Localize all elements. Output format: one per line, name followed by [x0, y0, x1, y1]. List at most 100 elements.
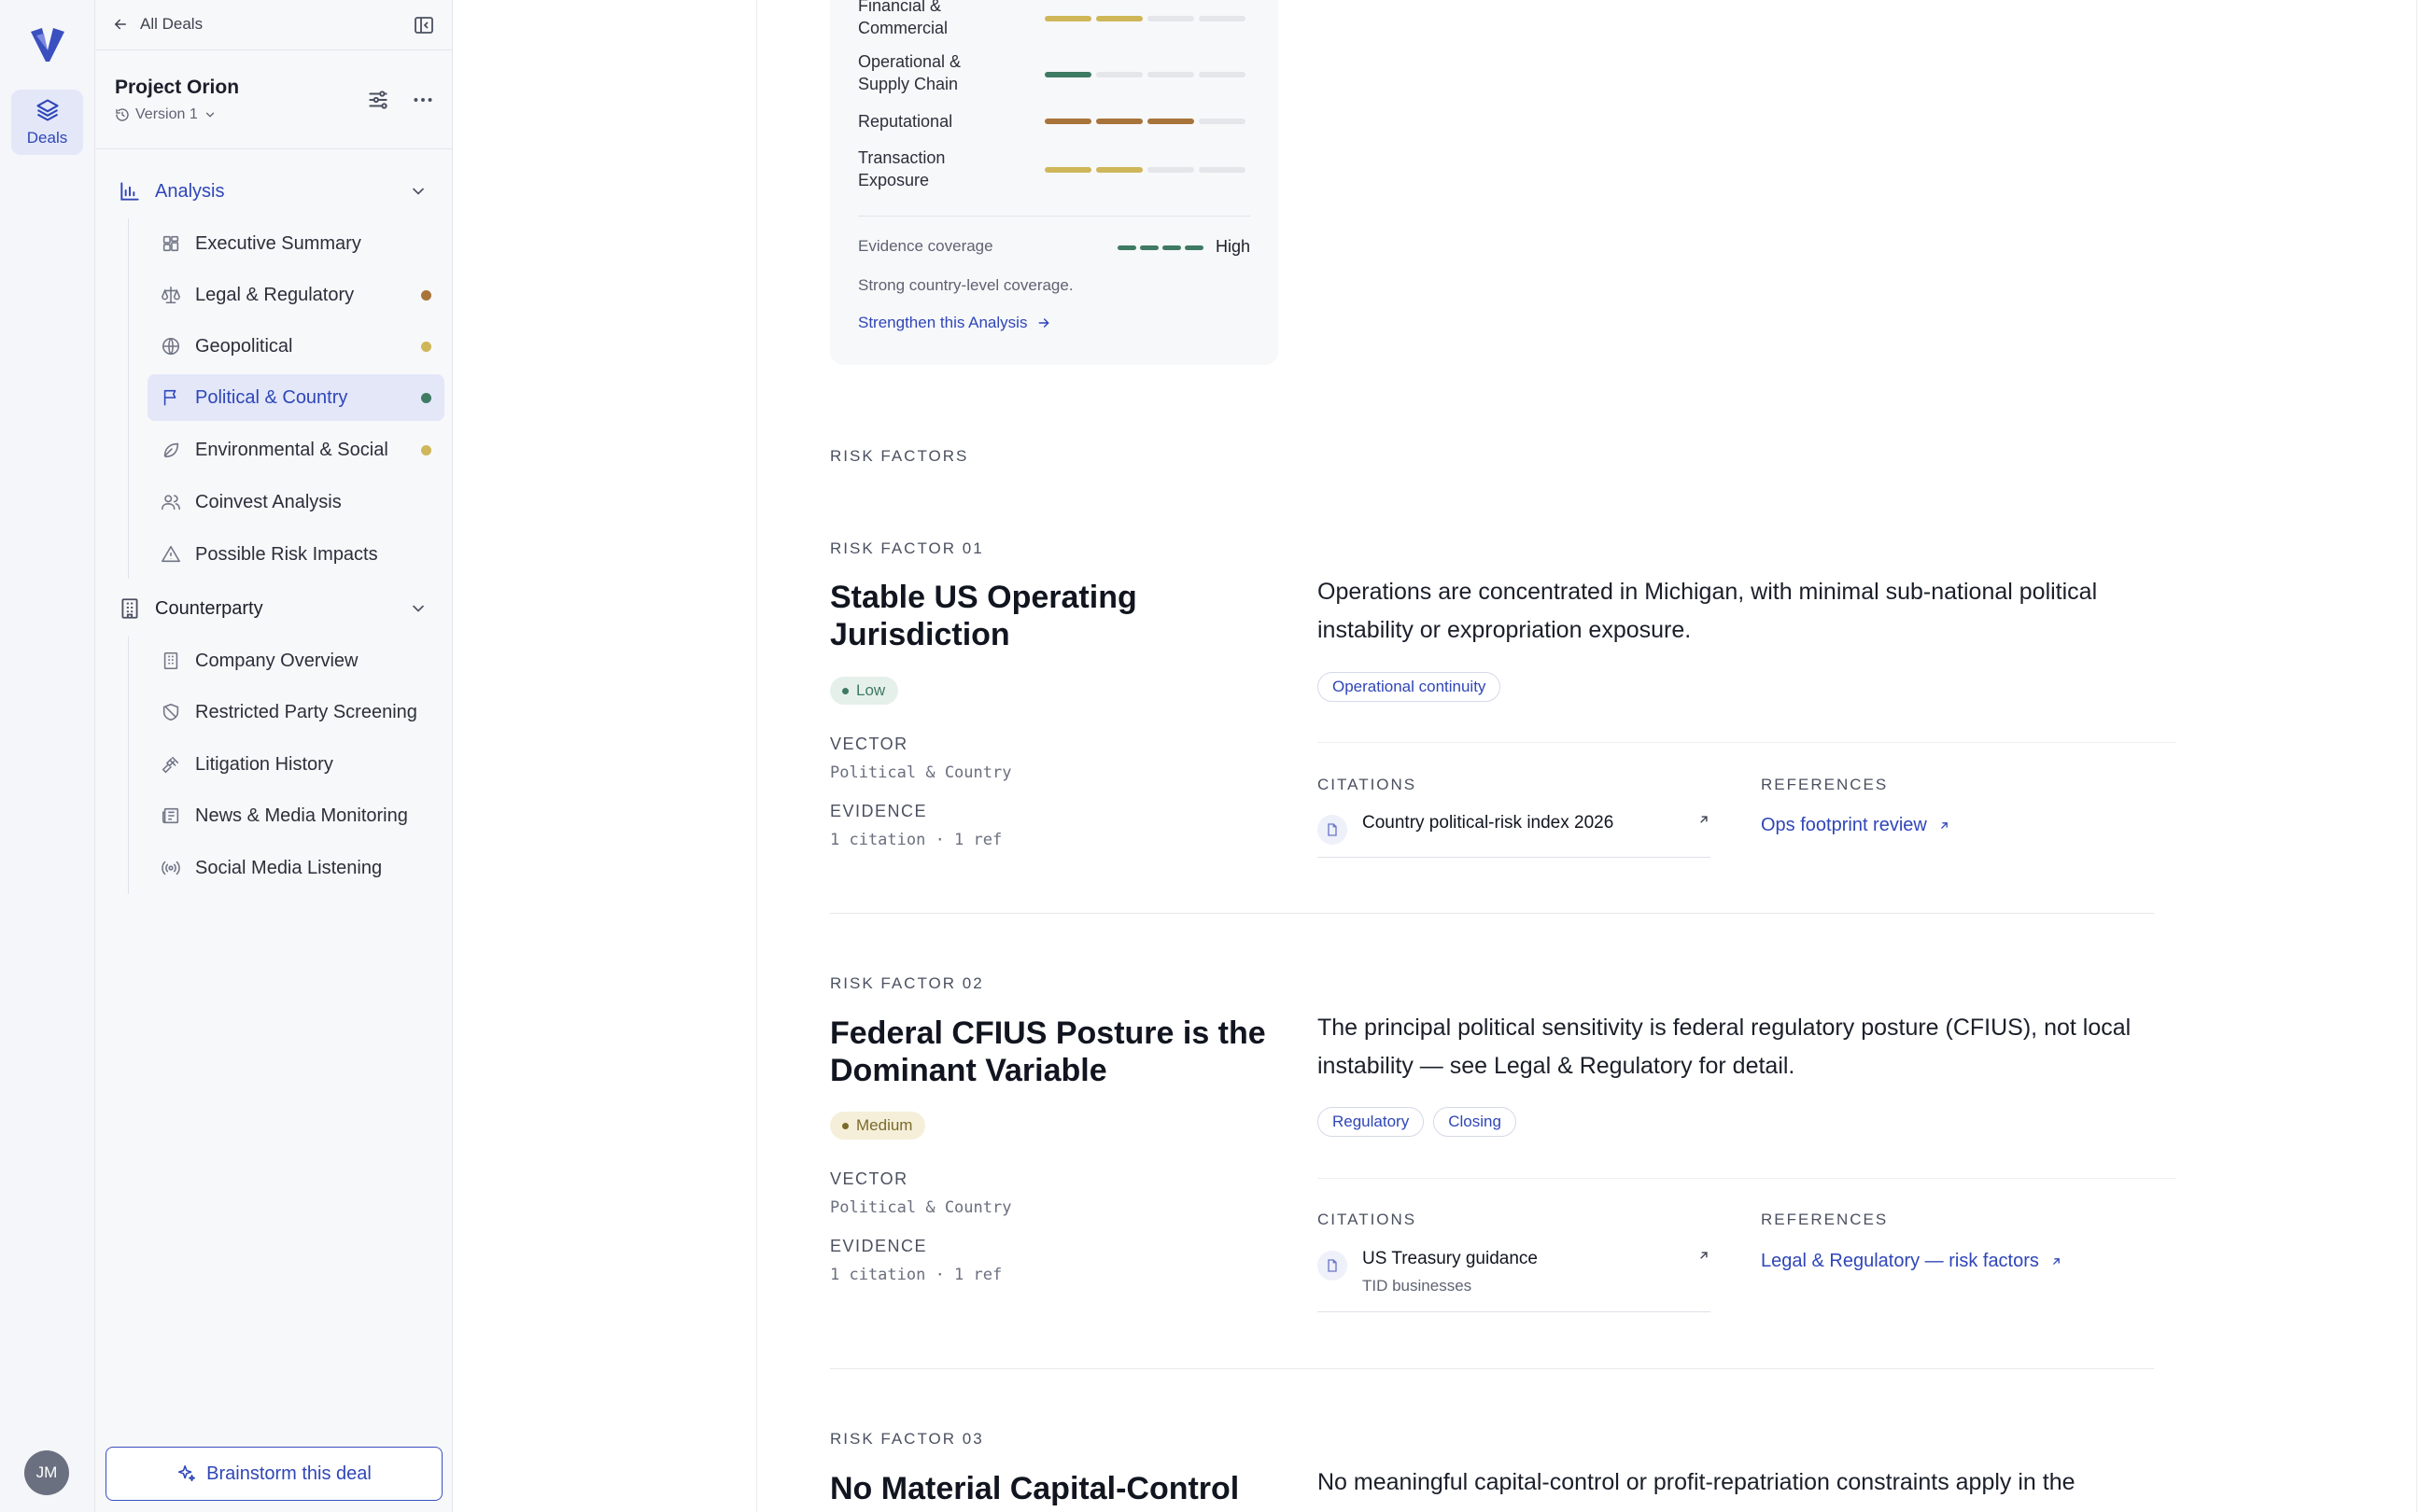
sidebar-item-environmental-social[interactable]: Environmental & Social [148, 427, 444, 473]
users-icon [161, 492, 181, 512]
user-avatar[interactable]: JM [24, 1450, 69, 1495]
sidebar-item-news-media-monitoring[interactable]: News & Media Monitoring [148, 792, 444, 839]
sidebar-item-restricted-party-screening[interactable]: Restricted Party Screening [148, 689, 444, 735]
reference-label: Ops footprint review [1761, 815, 1927, 835]
tag-list: Regulatory Closing [1317, 1107, 1516, 1137]
tag[interactable]: Closing [1433, 1107, 1516, 1137]
reference-link[interactable]: Legal & Regulatory — risk factors [1761, 1251, 2062, 1272]
coverage-segment [1185, 245, 1203, 250]
newspaper-icon [161, 805, 181, 826]
leaf-icon [161, 440, 181, 460]
severity-badge: Low [830, 677, 899, 705]
evidence-key: EVIDENCE [830, 1237, 928, 1255]
score-bar-segment [1147, 72, 1194, 77]
brainstorm-label: Brainstorm this deal [206, 1463, 372, 1484]
score-bar-segment [1147, 167, 1194, 173]
score-card: Financial & Commercial Operational & Sup… [830, 0, 1278, 365]
score-bars [1045, 119, 1245, 124]
citation-item[interactable]: Country political-risk index 2026 [1317, 813, 1710, 858]
document-icon [1317, 815, 1347, 845]
citation-title: Country political-risk index 2026 [1362, 813, 1614, 833]
sidebar-item-label: Coinvest Analysis [195, 491, 342, 512]
strengthen-analysis-link[interactable]: Strengthen this Analysis [858, 314, 1051, 332]
risk-factor-description: The principal political sensitivity is f… [1317, 1015, 2132, 1079]
coverage-segment [1118, 245, 1136, 250]
chevron-down-icon [204, 108, 217, 121]
divider [1317, 742, 2176, 743]
building-icon [118, 596, 142, 621]
deals-nav-label: Deals [26, 129, 68, 147]
deals-nav-button[interactable]: Deals [11, 90, 83, 155]
nav-group-analysis-label: Analysis [155, 180, 225, 202]
divider [858, 216, 1250, 217]
score-bar-segment [1199, 72, 1245, 77]
sidebar-collapse-icon[interactable] [413, 14, 435, 36]
sidebar-item-coinvest-analysis[interactable]: Coinvest Analysis [148, 479, 444, 525]
sidebar-item-company-overview[interactable]: Company Overview [148, 637, 444, 684]
reference-label: Legal & Regulatory — risk factors [1761, 1251, 2039, 1271]
sidebar-item-social-media-listening[interactable]: Social Media Listening [148, 845, 444, 891]
brainstorm-button[interactable]: Brainstorm this deal [106, 1447, 443, 1501]
score-bar-segment [1045, 16, 1091, 21]
risk-factor-description: Operations are concentrated in Michigan,… [1317, 579, 2098, 643]
sidebar-item-litigation-history[interactable]: Litigation History [148, 741, 444, 788]
nav-group-counterparty-label: Counterparty [155, 597, 263, 619]
sidebar-item-legal-regulatory[interactable]: Legal & Regulatory [148, 272, 444, 318]
scale-icon [161, 285, 181, 305]
more-options-icon[interactable] [411, 88, 435, 112]
broadcast-icon [161, 858, 181, 878]
sidebar-item-possible-risk-impacts[interactable]: Possible Risk Impacts [148, 531, 444, 578]
sidebar-item-label: Geopolitical [195, 335, 293, 357]
score-bars [1045, 167, 1245, 173]
score-bar-segment [1147, 16, 1194, 21]
version-selector[interactable]: Version 1 [115, 106, 217, 123]
score-bar-segment [1147, 119, 1194, 124]
sidebar-item-label: Environmental & Social [195, 439, 388, 460]
status-dot [421, 445, 431, 455]
tag[interactable]: Operational continuity [1317, 672, 1501, 702]
scrollbar-track[interactable] [2416, 0, 2417, 1512]
score-bar-segment [1045, 119, 1091, 124]
sidebar-item-label: Executive Summary [195, 232, 361, 254]
sidebar-item-label: Possible Risk Impacts [195, 543, 378, 565]
risk-factor-description: No meaningful capital-control or profit-… [1317, 1469, 2075, 1495]
arrow-right-icon [1036, 315, 1051, 330]
chevron-down-icon [409, 599, 428, 618]
history-icon [115, 107, 130, 122]
nav-group-analysis[interactable]: Analysis [118, 175, 435, 208]
score-bar-segment [1199, 167, 1245, 173]
deal-sidebar: All Deals Project Orion Version 1 Analys [95, 0, 453, 1512]
sidebar-item-geopolitical[interactable]: Geopolitical [148, 323, 444, 370]
score-bar-segment [1045, 72, 1091, 77]
all-deals-link[interactable]: All Deals [112, 15, 203, 34]
references-heading: REFERENCES [1761, 776, 1889, 793]
citation-item[interactable]: US Treasury guidance TID businesses [1317, 1249, 1710, 1312]
external-link-icon[interactable] [1697, 1249, 1710, 1262]
score-bars [1045, 16, 1245, 21]
sidebar-item-political-country[interactable]: Political & Country [148, 374, 444, 421]
evidence-key: EVIDENCE [830, 802, 928, 820]
external-link-icon [2050, 1255, 2062, 1267]
score-bar-segment [1199, 119, 1245, 124]
tag-list: Operational continuity [1317, 672, 1501, 702]
nav-group-counterparty[interactable]: Counterparty [118, 592, 435, 625]
brand-logo-icon[interactable] [25, 22, 70, 67]
score-bar-segment [1096, 167, 1143, 173]
settings-sliders-icon[interactable] [366, 88, 390, 112]
risk-factor-title: Federal CFIUS Posture is the Dominant Va… [830, 1015, 1266, 1088]
sidebar-item-label: Legal & Regulatory [195, 284, 355, 305]
vector-value: Political & Country [830, 1198, 1012, 1217]
vector-key: VECTOR [830, 735, 908, 753]
external-link-icon[interactable] [1697, 813, 1710, 826]
sidebar-item-label: Company Overview [195, 650, 359, 671]
sidebar-item-label: Restricted Party Screening [195, 701, 417, 722]
vector-value: Political & Country [830, 763, 1012, 782]
score-bar-segment [1096, 119, 1143, 124]
evidence-value: 1 citation · 1 ref [830, 831, 1003, 849]
reference-link[interactable]: Ops footprint review [1761, 815, 1950, 836]
tag[interactable]: Regulatory [1317, 1107, 1425, 1137]
sidebar-item-label: Social Media Listening [195, 857, 383, 878]
score-bar-segment [1096, 72, 1143, 77]
sidebar-item-executive-summary[interactable]: Executive Summary [148, 220, 444, 267]
main-content: Financial & Commercial Operational & Sup… [454, 0, 2420, 1512]
